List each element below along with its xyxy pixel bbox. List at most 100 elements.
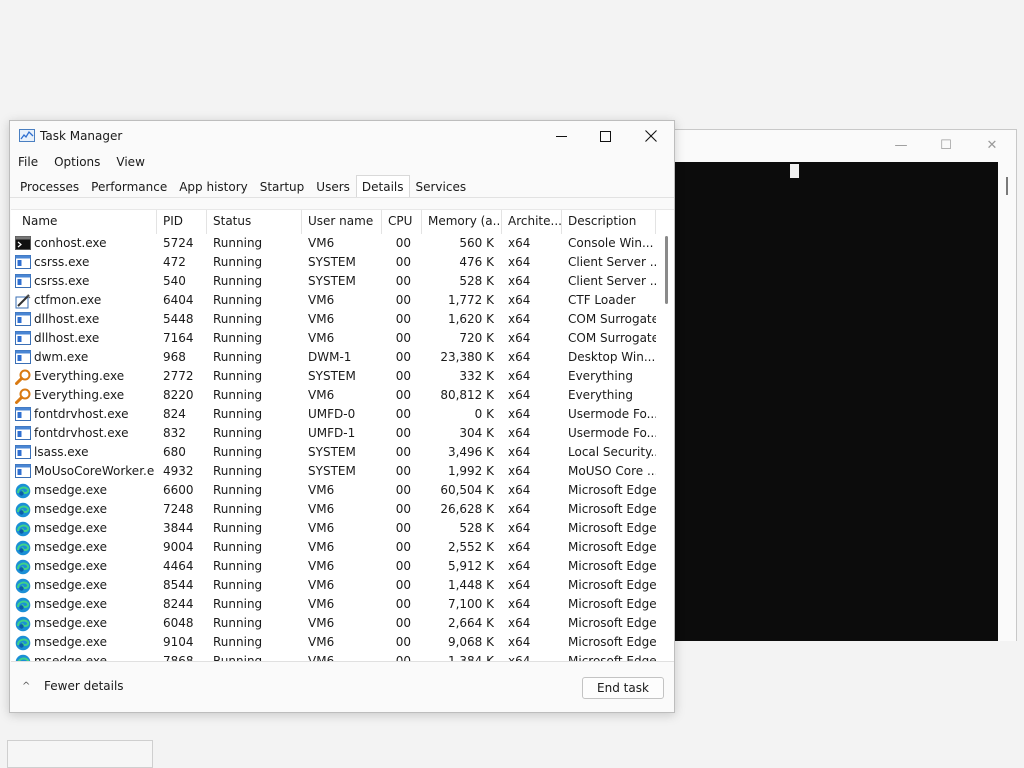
column-header-description[interactable]: Description [562,210,656,234]
cell-status: Running [213,369,263,383]
table-row[interactable]: msedge.exe 8544 Running VM6 00 1,448 K x64 Micr… [11,576,656,595]
tab-processes[interactable]: Processes [14,175,85,198]
column-header-cpu[interactable]: CPU [382,210,422,234]
table-row[interactable]: dllhost.exe 5448 Running VM6 00 1,620 K x64 COM… [11,310,656,329]
table-row[interactable]: msedge.exe 6600 Running VM6 00 60,504 K x64 Mic… [11,481,656,500]
table-row[interactable]: Everything.exe 2772 Running SYSTEM 00 332 K x6… [11,367,656,386]
cell-pid: 6600 [163,483,194,497]
column-header-architecture[interactable]: Archite... [502,210,562,234]
column-header-user-name[interactable]: User name [302,210,382,234]
menu-file[interactable]: File [10,151,46,173]
table-row[interactable]: conhost.exe 5724 Running VM6 00 560 K x64 Conso… [11,234,656,253]
table-row[interactable]: msedge.exe 3844 Running VM6 00 528 K x64 Micros… [11,519,656,538]
cell-cpu: 00 [395,502,411,516]
column-header-memory[interactable]: Memory (a... [422,210,502,234]
window-icon [15,255,31,270]
cell-user: SYSTEM [308,274,356,288]
column-header-status[interactable]: Status [207,210,302,234]
cell-cpu: 00 [395,483,411,497]
table-row[interactable]: fontdrvhost.exe 824 Running UMFD-0 00 0 K x64 U… [11,405,656,424]
cell-memory: 3,496 K [447,445,494,459]
table-scrollbar-thumb[interactable] [665,236,668,304]
cell-status: Running [213,540,263,554]
tab-details[interactable]: Details [355,175,410,198]
table-row[interactable]: csrss.exe 540 Running SYSTEM 00 528 K x64 Clien… [11,272,656,291]
cell-user: VM6 [308,236,335,250]
table-row[interactable]: msedge.exe 9104 Running VM6 00 9,068 K x64 Micr… [11,633,656,652]
table-row[interactable]: ctfmon.exe 6404 Running VM6 00 1,772 K x64 CTF … [11,291,656,310]
edge-icon [15,483,31,499]
cell-pid: 4932 [163,464,194,478]
table-row[interactable]: dwm.exe 968 Running DWM-1 00 23,380 K x64 Deskt… [11,348,656,367]
column-header-pid[interactable]: PID [157,210,207,234]
table-row[interactable]: msedge.exe 9004 Running VM6 00 2,552 K x64 Micr… [11,538,656,557]
cell-name: msedge.exe [34,616,108,630]
cell-status: Running [213,578,263,592]
table-row[interactable]: msedge.exe 7868 Running VM6 00 1,384 K x64 Micr… [11,652,656,661]
table-row[interactable]: msedge.exe 7248 Running VM6 00 26,628 K x64 Mic… [11,500,656,519]
cell-memory: 560 K [459,236,494,250]
console-scrollbar[interactable] [998,162,1016,641]
cell-cpu: 00 [395,597,411,611]
cell-status: Running [213,597,263,611]
cell-arch: x64 [508,407,531,421]
tab-strip: Processes Performance App history Startu… [14,175,674,198]
cell-desc: CTF Loader [568,293,636,307]
console-cursor [790,164,799,178]
cell-cpu: 00 [395,464,411,478]
table-scrollbar[interactable] [659,210,674,661]
table-row[interactable]: msedge.exe 4464 Running VM6 00 5,912 K x64 Micr… [11,557,656,576]
cell-pid: 968 [163,350,186,364]
cell-desc: Usermode Fo... [568,407,656,421]
tab-performance[interactable]: Performance [85,175,173,198]
maximize-icon[interactable] [582,121,628,151]
tab-users[interactable]: Users [310,175,356,198]
tab-services[interactable]: Services [410,175,473,198]
cell-cpu: 00 [395,388,411,402]
cell-status: Running [213,483,263,497]
menu-view[interactable]: View [108,151,152,173]
console-titlebar[interactable]: — ☐ ✕ [674,130,1016,162]
table-row[interactable]: csrss.exe 472 Running SYSTEM 00 476 K x64 Clien… [11,253,656,272]
cell-pid: 540 [163,274,186,288]
table-row[interactable]: fontdrvhost.exe 832 Running UMFD-1 00 304 K x6… [11,424,656,443]
console-output-area[interactable] [674,162,998,641]
edge-icon [15,521,31,537]
table-row[interactable]: lsass.exe 680 Running SYSTEM 00 3,496 K x64 Loc… [11,443,656,462]
chevron-up-icon: ^ [22,680,31,692]
fewer-details-toggle[interactable]: ^ Fewer details [22,679,124,693]
cell-arch: x64 [508,578,531,592]
table-row[interactable]: msedge.exe 8244 Running VM6 00 7,100 K x64 Micr… [11,595,656,614]
cell-name: msedge.exe [34,597,108,611]
close-icon[interactable] [628,121,674,151]
cell-memory: 304 K [459,426,494,440]
tab-startup[interactable]: Startup [254,175,311,198]
cell-arch: x64 [508,369,531,383]
console-minimize-icon[interactable]: — [893,138,909,154]
column-header-name[interactable]: Name [11,210,157,234]
table-row[interactable]: msedge.exe 6048 Running VM6 00 2,664 K x64 Micr… [11,614,656,633]
table-row[interactable]: Everything.exe 8220 Running VM6 00 80,812 K x6… [11,386,656,405]
cell-cpu: 00 [395,578,411,592]
console-scrollbar-thumb[interactable] [1006,177,1008,195]
minimize-icon[interactable] [538,121,584,151]
tab-app-history[interactable]: App history [173,175,254,198]
taskbar-item[interactable] [7,740,153,768]
console-close-icon[interactable]: ✕ [984,138,1000,154]
cell-name: msedge.exe [34,578,108,592]
console-maximize-icon[interactable]: ☐ [938,138,954,154]
cell-desc: Everything [568,369,633,383]
end-task-button[interactable]: End task [582,677,664,699]
console-window[interactable]: — ☐ ✕ [674,129,1017,641]
table-row[interactable]: dllhost.exe 7164 Running VM6 00 720 K x64 COM S… [11,329,656,348]
cell-user: VM6 [308,502,335,516]
cell-cpu: 00 [395,236,411,250]
cell-arch: x64 [508,312,531,326]
menu-options[interactable]: Options [46,151,108,173]
task-manager-titlebar[interactable]: Task Manager [10,121,674,151]
table-row[interactable]: MoUsoCoreWorker.e... 4932 Running SYSTEM 00 1… [11,462,656,481]
ctfmon-icon [15,293,31,309]
cell-arch: x64 [508,445,531,459]
cell-name: Everything.exe [34,388,125,402]
cell-name: fontdrvhost.exe [34,407,129,421]
